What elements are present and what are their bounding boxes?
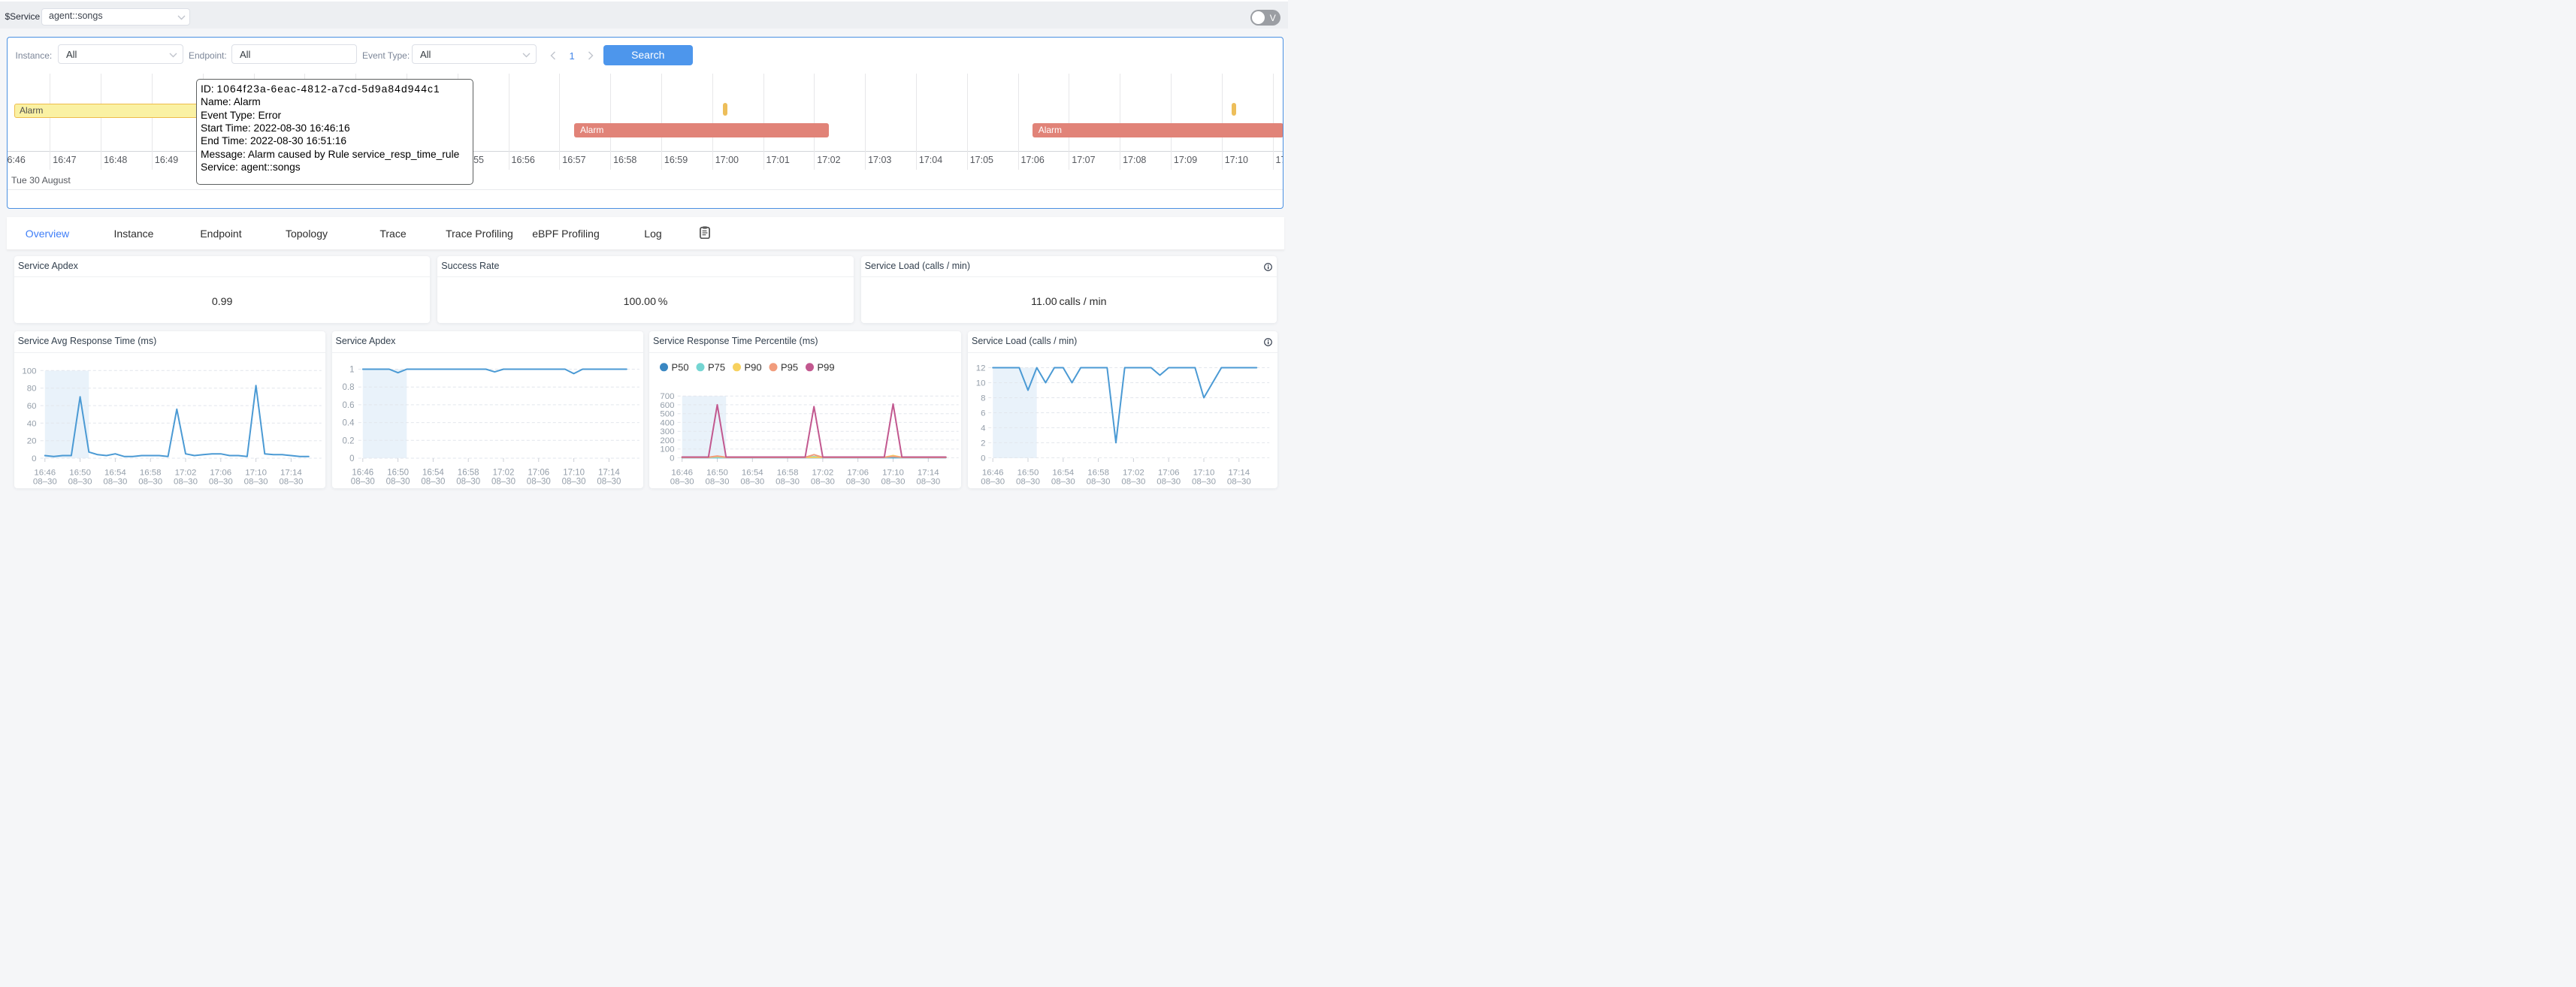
svg-text:P90: P90 bbox=[744, 361, 761, 373]
svg-text:400: 400 bbox=[660, 418, 674, 427]
svg-text:08–30: 08–30 bbox=[243, 477, 268, 486]
svg-text:08–30: 08–30 bbox=[68, 477, 92, 486]
svg-text:17:06: 17:06 bbox=[847, 468, 869, 477]
svg-text:16:58: 16:58 bbox=[457, 469, 479, 478]
svg-text:16:58: 16:58 bbox=[1087, 468, 1109, 477]
svg-text:08–30: 08–30 bbox=[526, 478, 550, 487]
svg-text:08–30: 08–30 bbox=[1121, 477, 1145, 486]
svg-text:16:54: 16:54 bbox=[1052, 468, 1074, 477]
svg-text:08–30: 08–30 bbox=[776, 477, 800, 486]
svg-text:16:50: 16:50 bbox=[1017, 468, 1039, 477]
svg-text:16:46: 16:46 bbox=[34, 468, 56, 477]
svg-text:08–30: 08–30 bbox=[1156, 477, 1181, 486]
svg-text:08–30: 08–30 bbox=[456, 478, 480, 487]
svg-text:17:14: 17:14 bbox=[598, 469, 620, 478]
svg-text:17:14: 17:14 bbox=[280, 468, 302, 477]
svg-text:17:10: 17:10 bbox=[245, 468, 267, 477]
svg-text:P95: P95 bbox=[781, 361, 798, 373]
svg-text:16:50: 16:50 bbox=[69, 468, 91, 477]
svg-text:08–30: 08–30 bbox=[209, 477, 233, 486]
svg-text:16:54: 16:54 bbox=[104, 468, 126, 477]
svg-text:0.6: 0.6 bbox=[342, 401, 354, 410]
svg-text:1: 1 bbox=[349, 366, 354, 375]
svg-text:4: 4 bbox=[981, 424, 986, 433]
svg-text:6: 6 bbox=[981, 409, 985, 418]
svg-text:17:10: 17:10 bbox=[882, 468, 904, 477]
svg-text:17:02: 17:02 bbox=[174, 468, 196, 477]
svg-text:16:54: 16:54 bbox=[422, 469, 444, 478]
svg-text:08–30: 08–30 bbox=[1016, 477, 1040, 486]
svg-text:20: 20 bbox=[26, 437, 36, 446]
svg-text:08–30: 08–30 bbox=[1087, 477, 1111, 486]
svg-text:P50: P50 bbox=[671, 361, 688, 373]
svg-text:700: 700 bbox=[660, 392, 674, 401]
svg-text:80: 80 bbox=[26, 385, 36, 394]
svg-text:08–30: 08–30 bbox=[421, 478, 445, 487]
svg-text:17:10: 17:10 bbox=[563, 469, 585, 478]
svg-text:08–30: 08–30 bbox=[1192, 477, 1216, 486]
svg-text:08–30: 08–30 bbox=[981, 477, 1005, 486]
svg-text:P99: P99 bbox=[817, 361, 834, 373]
svg-text:16:54: 16:54 bbox=[742, 468, 763, 477]
svg-text:17:14: 17:14 bbox=[1228, 468, 1250, 477]
svg-text:100: 100 bbox=[660, 445, 674, 454]
svg-text:08–30: 08–30 bbox=[174, 477, 198, 486]
svg-text:17:06: 17:06 bbox=[1158, 468, 1180, 477]
svg-text:08–30: 08–30 bbox=[279, 477, 303, 486]
svg-text:200: 200 bbox=[660, 436, 674, 445]
svg-text:17:06: 17:06 bbox=[528, 469, 549, 478]
svg-text:60: 60 bbox=[26, 402, 36, 411]
svg-text:17:06: 17:06 bbox=[210, 468, 231, 477]
svg-text:0.2: 0.2 bbox=[342, 436, 354, 445]
svg-text:17:02: 17:02 bbox=[1123, 468, 1144, 477]
svg-text:17:02: 17:02 bbox=[492, 469, 514, 478]
svg-text:08–30: 08–30 bbox=[670, 477, 694, 486]
svg-text:08–30: 08–30 bbox=[597, 478, 621, 487]
svg-text:08–30: 08–30 bbox=[811, 477, 835, 486]
svg-text:08–30: 08–30 bbox=[1227, 477, 1251, 486]
svg-text:08–30: 08–30 bbox=[385, 478, 410, 487]
svg-text:2: 2 bbox=[981, 439, 985, 448]
svg-text:12: 12 bbox=[976, 364, 986, 373]
svg-text:16:50: 16:50 bbox=[387, 469, 409, 478]
svg-text:40: 40 bbox=[26, 419, 36, 428]
svg-text:08–30: 08–30 bbox=[881, 477, 906, 486]
svg-text:16:58: 16:58 bbox=[777, 468, 799, 477]
svg-text:0.8: 0.8 bbox=[342, 383, 354, 392]
svg-text:500: 500 bbox=[660, 410, 674, 419]
svg-text:16:46: 16:46 bbox=[352, 469, 373, 478]
svg-text:08–30: 08–30 bbox=[33, 477, 57, 486]
svg-text:300: 300 bbox=[660, 427, 674, 436]
svg-text:08–30: 08–30 bbox=[491, 478, 516, 487]
svg-text:08–30: 08–30 bbox=[846, 477, 870, 486]
svg-text:10: 10 bbox=[976, 379, 986, 388]
svg-text:08–30: 08–30 bbox=[350, 478, 374, 487]
svg-text:P75: P75 bbox=[708, 361, 725, 373]
svg-text:16:46: 16:46 bbox=[982, 468, 1004, 477]
svg-text:600: 600 bbox=[660, 401, 674, 410]
svg-text:0.4: 0.4 bbox=[342, 419, 355, 428]
svg-text:08–30: 08–30 bbox=[561, 478, 585, 487]
svg-text:08–30: 08–30 bbox=[138, 477, 162, 486]
svg-text:08–30: 08–30 bbox=[103, 477, 127, 486]
svg-text:8: 8 bbox=[981, 394, 985, 403]
svg-text:16:50: 16:50 bbox=[706, 468, 728, 477]
svg-text:17:10: 17:10 bbox=[1193, 468, 1215, 477]
svg-text:16:46: 16:46 bbox=[671, 468, 693, 477]
svg-text:100: 100 bbox=[22, 367, 36, 376]
svg-text:0: 0 bbox=[32, 454, 36, 463]
svg-text:08–30: 08–30 bbox=[740, 477, 764, 486]
svg-text:16:58: 16:58 bbox=[140, 468, 162, 477]
svg-text:08–30: 08–30 bbox=[916, 477, 940, 486]
svg-text:0: 0 bbox=[670, 454, 674, 463]
svg-text:17:02: 17:02 bbox=[812, 468, 834, 477]
svg-text:08–30: 08–30 bbox=[706, 477, 730, 486]
svg-text:0: 0 bbox=[981, 454, 985, 463]
svg-text:0: 0 bbox=[349, 454, 354, 463]
svg-text:08–30: 08–30 bbox=[1051, 477, 1075, 486]
svg-text:17:14: 17:14 bbox=[918, 468, 939, 477]
